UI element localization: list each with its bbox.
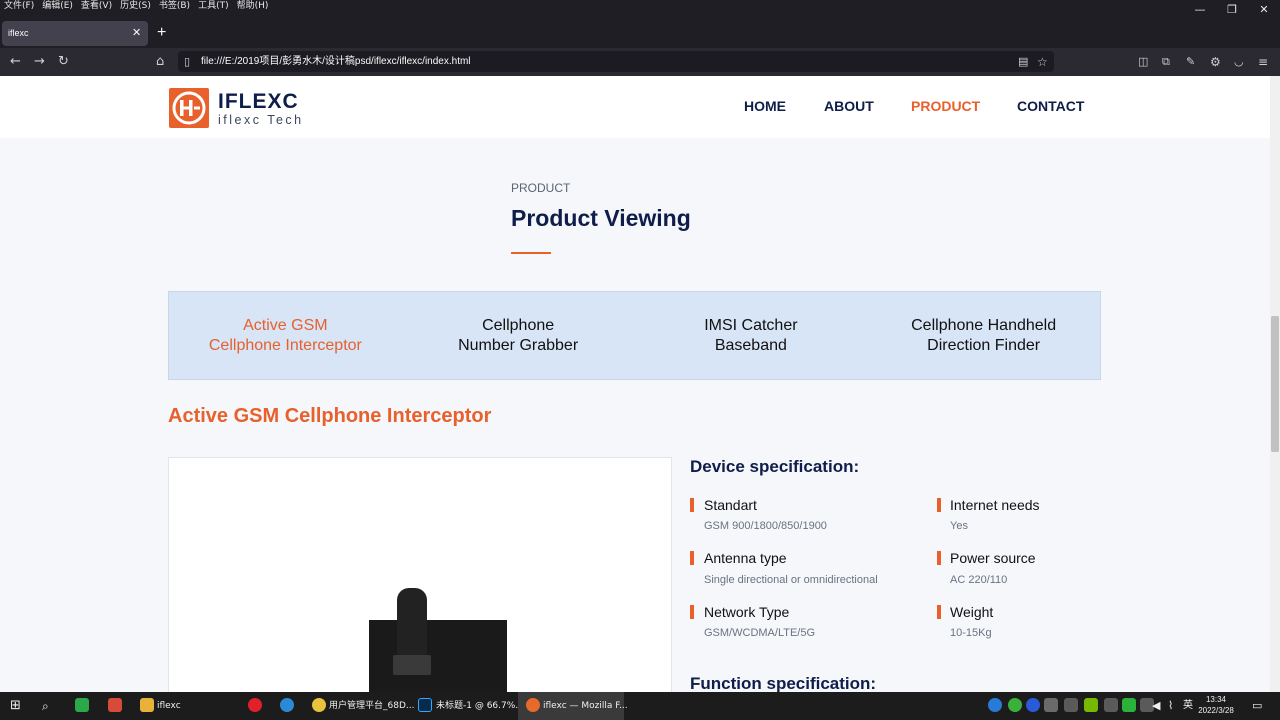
clock-time: 13:34	[1205, 695, 1227, 704]
tray-app-icon[interactable]	[1044, 698, 1058, 712]
tab-title: iflexc	[8, 28, 29, 38]
search-icon[interactable]: ⌕	[42, 692, 49, 720]
tab-imsi-catcher[interactable]: IMSI Catcher Baseband	[635, 292, 868, 379]
reload-icon[interactable]: ↻	[58, 48, 69, 76]
hamburger-menu-icon[interactable]: ≡	[1258, 48, 1268, 76]
wechat-icon[interactable]	[1008, 698, 1022, 712]
gear-icon[interactable]: ⚙	[1210, 48, 1221, 76]
menu-file[interactable]: 文件(F)	[4, 0, 34, 13]
tab-active-gsm-interceptor[interactable]: Active GSM Cellphone Interceptor	[169, 292, 402, 379]
tools-icon[interactable]: ✎	[1186, 48, 1195, 76]
antenna-base-image	[393, 655, 431, 675]
browser-tab[interactable]: iflexc	[2, 21, 148, 46]
spec-marker	[937, 498, 941, 512]
spec-label-power: Power source	[950, 550, 1036, 566]
tab-number-grabber[interactable]: Cellphone Number Grabber	[402, 292, 635, 379]
forward-icon[interactable]: →	[34, 48, 45, 76]
tab-strip	[0, 13, 1280, 48]
start-icon[interactable]: ⊞	[10, 692, 21, 720]
product-title: Active GSM Cellphone Interceptor	[168, 405, 492, 427]
ime-indicator[interactable]: 英	[1183, 692, 1193, 720]
tab-direction-finder[interactable]: Cellphone Handheld Direction Finder	[867, 292, 1100, 379]
taskbar-clock[interactable]: 13:34 2022/3/28	[1195, 694, 1237, 716]
volume-icon[interactable]: ◀	[1152, 692, 1160, 720]
chrome-icon[interactable]	[312, 698, 326, 712]
tab-close-icon[interactable]: ✕	[132, 27, 141, 39]
page-icon: ▯	[184, 55, 191, 68]
spec-value-weight: 10-15Kg	[950, 627, 992, 639]
menu-bookmarks[interactable]: 书签(B)	[159, 0, 190, 13]
taskbar-item-iflexc-folder[interactable]: iflexc	[157, 692, 181, 720]
tray-app-icon[interactable]	[1104, 698, 1118, 712]
logo-subtitle: iflexc Tech	[218, 113, 304, 127]
pocket-icon[interactable]: ◡	[1234, 48, 1244, 76]
spec-label-internet: Internet needs	[950, 497, 1040, 513]
spec-marker	[690, 498, 694, 512]
tray-help-icon[interactable]	[988, 698, 1002, 712]
logo-mark[interactable]	[169, 88, 209, 128]
scrollbar-thumb[interactable]	[1271, 316, 1279, 452]
antenna-image	[397, 588, 427, 656]
bluetooth-icon[interactable]	[1026, 698, 1040, 712]
logo-icon	[172, 91, 206, 125]
new-tab-icon[interactable]: +	[157, 25, 166, 41]
section-label: PRODUCT	[511, 181, 571, 195]
nvidia-icon[interactable]	[1084, 698, 1098, 712]
clock-date: 2022/3/28	[1198, 706, 1234, 715]
logo-name[interactable]: IFLEXC	[218, 90, 299, 114]
spec-value-standart: GSM 900/1800/850/1900	[704, 520, 827, 532]
category-tabs: Active GSM Cellphone Interceptor Cellpho…	[168, 291, 1101, 380]
spec-marker	[937, 605, 941, 619]
taskbar-item-chrome[interactable]: 用户管理平台_68D...	[329, 692, 414, 720]
nav-product[interactable]: PRODUCT	[911, 98, 980, 114]
photoshop-icon[interactable]	[418, 698, 432, 712]
notification-icon[interactable]: ▭	[1252, 692, 1262, 720]
tray-app-icon[interactable]	[1122, 698, 1136, 712]
spec-marker	[690, 551, 694, 565]
device-body-image	[369, 620, 507, 700]
spec-label-weight: Weight	[950, 604, 994, 620]
taskbar-item-firefox[interactable]: iflexc — Mozilla F...	[543, 692, 628, 720]
spec-marker	[690, 605, 694, 619]
function-spec-title: Function specification:	[690, 674, 877, 693]
menu-history[interactable]: 历史(S)	[120, 0, 151, 13]
device-spec-title: Device specification:	[690, 457, 860, 476]
section-title: Product Viewing	[511, 205, 691, 231]
reader-view-icon[interactable]: ▤	[1018, 48, 1028, 76]
menu-help[interactable]: 帮助(H)	[237, 0, 269, 13]
sidebar-icon[interactable]: ◫	[1138, 48, 1148, 76]
url-text[interactable]: file:///E:/2019项目/彭勇水木/设计稿psd/iflexc/ifl…	[201, 51, 471, 72]
firefox-icon[interactable]	[526, 698, 540, 712]
menu-view[interactable]: 查看(V)	[81, 0, 112, 13]
title-underline	[511, 252, 551, 254]
spec-value-network: GSM/WCDMA/LTE/5G	[704, 627, 816, 639]
screenshot-icon[interactable]: ⧉	[1162, 48, 1170, 76]
spec-value-antenna: Single directional or omnidirectional	[704, 574, 878, 586]
nav-contact[interactable]: CONTACT	[1017, 98, 1084, 114]
nav-home[interactable]: HOME	[744, 98, 786, 114]
bookmark-star-icon[interactable]: ☆	[1037, 48, 1048, 76]
browser-menubar: 文件(F) 编辑(E) 查看(V) 历史(S) 书签(B) 工具(T) 帮助(H…	[0, 0, 1280, 13]
nav-about[interactable]: ABOUT	[824, 98, 874, 114]
folder-icon[interactable]	[140, 698, 154, 712]
home-icon[interactable]: ⌂	[156, 48, 164, 76]
spec-label-network: Network Type	[704, 604, 790, 620]
spec-label-antenna: Antenna type	[704, 550, 787, 566]
edge-icon[interactable]	[280, 698, 294, 712]
network-icon[interactable]: ⌇	[1168, 692, 1173, 720]
tray-app-icon[interactable]	[1064, 698, 1078, 712]
app-icon[interactable]	[75, 698, 89, 712]
spec-value-internet: Yes	[950, 520, 968, 532]
menu-tools[interactable]: 工具(T)	[198, 0, 229, 13]
menu-edit[interactable]: 编辑(E)	[42, 0, 73, 13]
spec-marker	[937, 551, 941, 565]
taskbar-item-photoshop[interactable]: 未标题-1 @ 66.7%...	[436, 692, 524, 720]
app-icon[interactable]	[108, 698, 122, 712]
spec-label-standart: Standart	[704, 497, 757, 513]
back-icon[interactable]: ←	[10, 48, 21, 76]
spec-value-power: AC 220/110	[950, 574, 1008, 586]
opera-icon[interactable]	[248, 698, 262, 712]
